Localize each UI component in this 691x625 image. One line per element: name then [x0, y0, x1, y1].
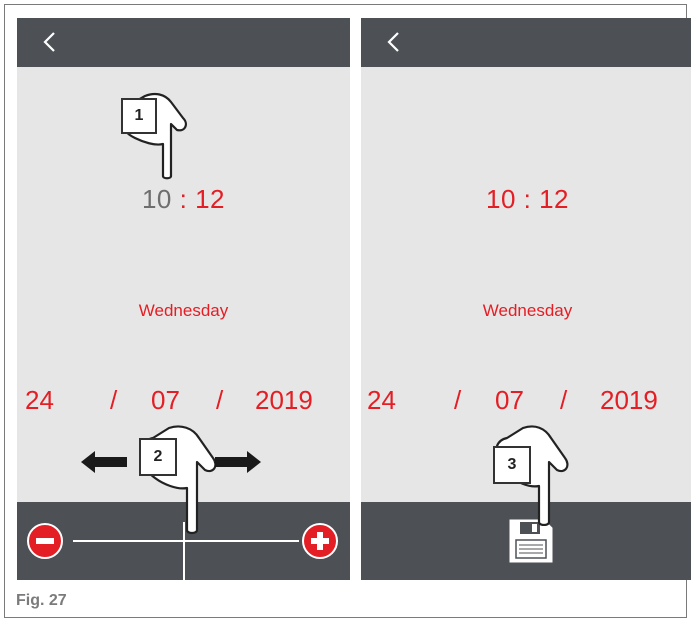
- date-day[interactable]: 24: [25, 385, 54, 416]
- hour-value[interactable]: 10: [142, 184, 172, 214]
- top-bar: [361, 18, 691, 67]
- date-separator-2: /: [216, 385, 224, 415]
- plus-button[interactable]: [302, 523, 338, 559]
- date-year[interactable]: 2019: [600, 385, 658, 416]
- callout-3-number: 3: [507, 456, 517, 473]
- callout-1: 1: [105, 84, 195, 180]
- callout-1-number: 1: [134, 107, 144, 124]
- callout-2: 2: [123, 418, 233, 536]
- date-separator-2: /: [560, 385, 568, 415]
- screen-left: 10 : 12 Wednesday 24 / 07 / 2019 1 2: [17, 18, 350, 580]
- minute-value[interactable]: 12: [195, 184, 225, 214]
- date-separator-1: /: [110, 385, 118, 415]
- weekday-label: Wednesday: [482, 301, 573, 320]
- date-month[interactable]: 07: [151, 385, 180, 416]
- date-day[interactable]: 24: [367, 385, 396, 416]
- time-display[interactable]: 10 : 12: [361, 184, 691, 215]
- arrow-left-icon: [81, 451, 127, 473]
- plus-icon: [311, 532, 329, 550]
- time-display[interactable]: 10 : 12: [17, 184, 350, 215]
- callout-3: 3: [479, 418, 579, 527]
- date-separator-1: /: [454, 385, 462, 415]
- screen-right: 10 : 12 Wednesday 24 / 07 / 2019 3: [361, 18, 691, 580]
- date-display[interactable]: 24 / 07 / 2019: [17, 385, 350, 417]
- back-chevron-icon[interactable]: [39, 31, 61, 53]
- arrow-right-icon: [215, 451, 261, 473]
- minus-icon: [36, 538, 54, 544]
- date-month[interactable]: 07: [495, 385, 524, 416]
- minus-button[interactable]: [27, 523, 63, 559]
- date-display[interactable]: 24 / 07 / 2019: [361, 385, 691, 417]
- pointing-hand-icon: [141, 425, 217, 535]
- weekday-label: Wednesday: [138, 301, 229, 320]
- value-slider[interactable]: [73, 540, 299, 542]
- callout-2-number: 2: [153, 448, 163, 465]
- top-bar: [17, 18, 350, 67]
- date-year[interactable]: 2019: [255, 385, 313, 416]
- figure-caption: Fig. 27: [16, 592, 67, 609]
- back-chevron-icon[interactable]: [383, 31, 405, 53]
